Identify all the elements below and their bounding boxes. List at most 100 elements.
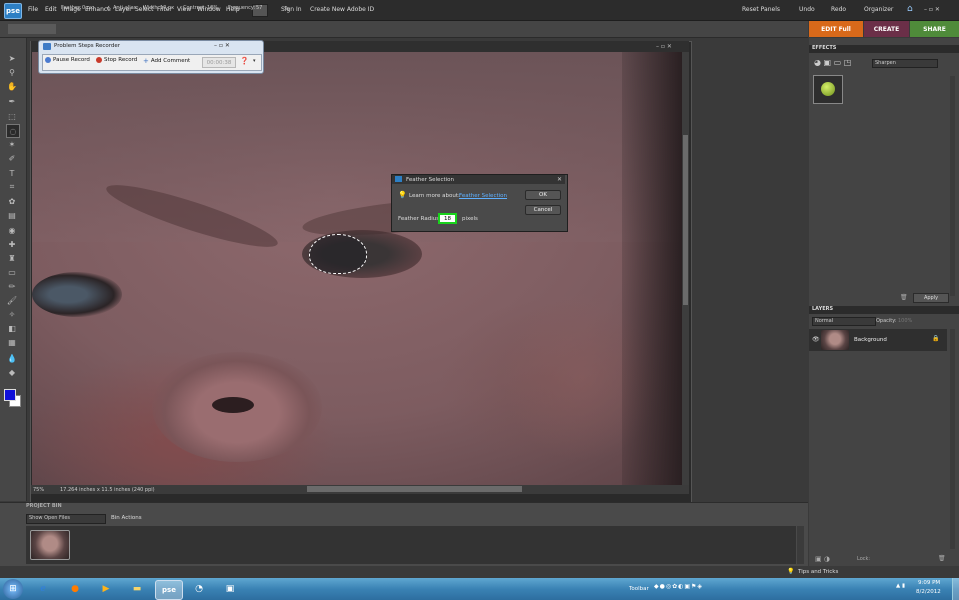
effects-category-icons[interactable]: ◕ ▣ ▭ ◳ — [814, 57, 868, 68]
vertical-scroll-thumb[interactable] — [683, 135, 688, 305]
start-button-icon[interactable]: ⊞ — [3, 579, 23, 599]
stop-record-button[interactable]: Stop Record — [96, 57, 137, 63]
window-taskbar-icon[interactable]: ▣ — [217, 580, 243, 598]
pause-record-button[interactable]: Pause Record — [45, 57, 90, 63]
effects-scrollbar[interactable] — [950, 76, 955, 296]
menu-file[interactable]: File — [28, 6, 38, 13]
tips-lightbulb-icon: 💡 — [787, 568, 795, 575]
brush-icon[interactable]: 🖌 — [6, 294, 18, 306]
smart-brush-icon[interactable]: ✧ — [6, 308, 18, 320]
learn-more-link[interactable]: Feather Selection — [459, 193, 507, 199]
apple-thumbnail-icon — [821, 82, 835, 96]
foreground-color-swatch[interactable] — [4, 389, 16, 401]
media-player-icon[interactable]: ▶ — [93, 580, 119, 598]
frequency-label: Frequency: — [228, 5, 256, 11]
lasso-selection[interactable] — [309, 234, 367, 274]
chevron-down-icon[interactable]: ▾ — [253, 58, 256, 64]
doc-window-controls[interactable]: – ▫ ✕ — [656, 43, 672, 50]
cookie-cutter-icon[interactable]: ✿ — [6, 195, 18, 207]
apply-button[interactable]: Apply — [913, 293, 949, 303]
red-eye-icon[interactable]: ◉ — [6, 224, 18, 236]
window-controls[interactable]: – ▫ ✕ — [924, 6, 954, 14]
create-tab[interactable]: CREATE — [864, 21, 909, 37]
firefox-icon[interactable]: ● — [62, 580, 88, 598]
delete-layer-icon[interactable]: 🗑 — [938, 555, 946, 562]
bin-scrollbar[interactable] — [797, 526, 804, 564]
magic-wand-icon[interactable]: ✶ — [6, 138, 18, 150]
opacity-value[interactable]: 100% — [898, 318, 912, 324]
tips-and-tricks-link[interactable]: Tips and Tricks — [798, 569, 838, 575]
pencil-icon[interactable]: ✏ — [6, 280, 18, 292]
sponge-icon[interactable]: ◆ — [6, 366, 18, 378]
undo-button[interactable]: Undo — [799, 6, 815, 13]
lock-icon: 🔒 — [932, 335, 940, 342]
type-tool-icon[interactable]: T — [6, 167, 18, 179]
pen-icon[interactable]: ✎ — [284, 5, 290, 13]
antialias-check-icon[interactable]: ✓ — [106, 5, 110, 11]
share-tab[interactable]: SHARE — [910, 21, 959, 37]
antialias-label[interactable]: Anti-alias — [113, 5, 136, 11]
document-info[interactable]: 17.264 inches x 11.5 inches (240 ppi) — [60, 487, 155, 493]
bin-actions-menu[interactable]: Bin Actions — [111, 515, 142, 521]
cancel-button[interactable]: Cancel — [525, 205, 561, 215]
effect-thumbnail[interactable] — [813, 75, 843, 104]
layers-panel-title: LAYERS — [812, 306, 834, 312]
healing-brush-icon[interactable]: ✚ — [6, 238, 18, 250]
horizontal-scroll-thumb[interactable] — [307, 486, 522, 492]
blur-icon[interactable]: 💧 — [6, 352, 18, 364]
help-icon[interactable]: ❓ — [240, 57, 249, 65]
tray-icons[interactable]: ◆●◎✿◐▣⚑◈ — [654, 583, 703, 590]
feather-label: Feather: — [61, 5, 82, 11]
frequency-value[interactable]: 57 — [256, 5, 262, 11]
psr-window-controls[interactable]: – ▫ ✕ — [214, 42, 230, 49]
eyedropper-icon[interactable]: ✒ — [6, 95, 18, 107]
close-icon[interactable]: ✕ — [557, 176, 562, 183]
paint-bucket-icon[interactable]: ◧ — [6, 322, 18, 334]
psr-taskbar-icon[interactable]: ◔ — [186, 580, 212, 598]
brush-select-icon[interactable]: ✐ — [6, 152, 18, 164]
photo-canvas[interactable] — [32, 52, 682, 485]
pause-icon — [45, 57, 51, 63]
hand-tool-icon[interactable]: ✋ — [6, 80, 18, 92]
tool-options-bar — [0, 21, 808, 38]
show-desktop-button[interactable] — [952, 578, 959, 600]
photoshop-elements-taskbar-icon[interactable]: pse — [155, 580, 183, 600]
zoom-tool-icon[interactable]: ⚲ — [6, 66, 18, 78]
reset-panels-button[interactable]: Reset Panels — [742, 6, 780, 13]
add-comment-button[interactable]: + Add Comment — [143, 57, 190, 65]
feather-radius-input[interactable]: 18 — [438, 213, 457, 224]
straighten-icon[interactable]: ▤ — [6, 209, 18, 221]
system-tray-icons[interactable]: ▲ ▮ — [896, 583, 905, 589]
zoom-level[interactable]: 75% — [33, 487, 44, 493]
effects-panel-header: EFFECTS — [809, 45, 959, 53]
clone-stamp-icon[interactable]: ♜ — [6, 252, 18, 264]
organizer-button[interactable]: Organizer — [864, 6, 893, 13]
create-adobe-id-link[interactable]: Create New Adobe ID — [310, 6, 374, 13]
effects-filter-select[interactable]: Sharpen — [872, 59, 938, 68]
width-value[interactable]: 10 px — [160, 5, 174, 11]
blend-mode-select[interactable]: Normal — [812, 317, 876, 326]
eye-icon[interactable]: 👁 — [812, 336, 820, 343]
contrast-value[interactable]: 10% — [207, 5, 218, 11]
move-tool-icon[interactable]: ➤ — [6, 52, 18, 64]
explorer-folder-icon[interactable]: ▬ — [124, 580, 150, 598]
edit-full-tab[interactable]: EDIT Full — [809, 21, 863, 37]
redo-button[interactable]: Redo — [831, 6, 846, 13]
eraser-icon[interactable]: ▭ — [6, 266, 18, 278]
layers-panel-header: LAYERS — [809, 306, 959, 314]
marquee-tool-icon[interactable]: ⬚ — [6, 110, 18, 122]
selection-mode-icons[interactable] — [8, 24, 56, 34]
feather-value[interactable]: 0 px — [82, 5, 93, 11]
home-icon[interactable]: ⌂ — [907, 4, 917, 14]
menu-edit[interactable]: Edit — [45, 6, 57, 13]
bin-thumbnail[interactable] — [30, 530, 70, 560]
layers-scrollbar[interactable] — [950, 329, 955, 549]
ie-icon[interactable]: ℯ — [30, 580, 56, 598]
layers-bottom-icons[interactable]: ▣ ◑ — [815, 555, 830, 563]
crop-tool-icon[interactable]: ⌗ — [6, 181, 18, 193]
ok-button[interactable]: OK — [525, 190, 561, 200]
trash-icon[interactable]: 🗑 — [900, 294, 908, 301]
lasso-tool-icon[interactable]: ◌ — [6, 124, 20, 138]
show-files-select[interactable]: Show Open Files — [26, 514, 106, 524]
gradient-icon[interactable]: ▦ — [6, 336, 18, 348]
